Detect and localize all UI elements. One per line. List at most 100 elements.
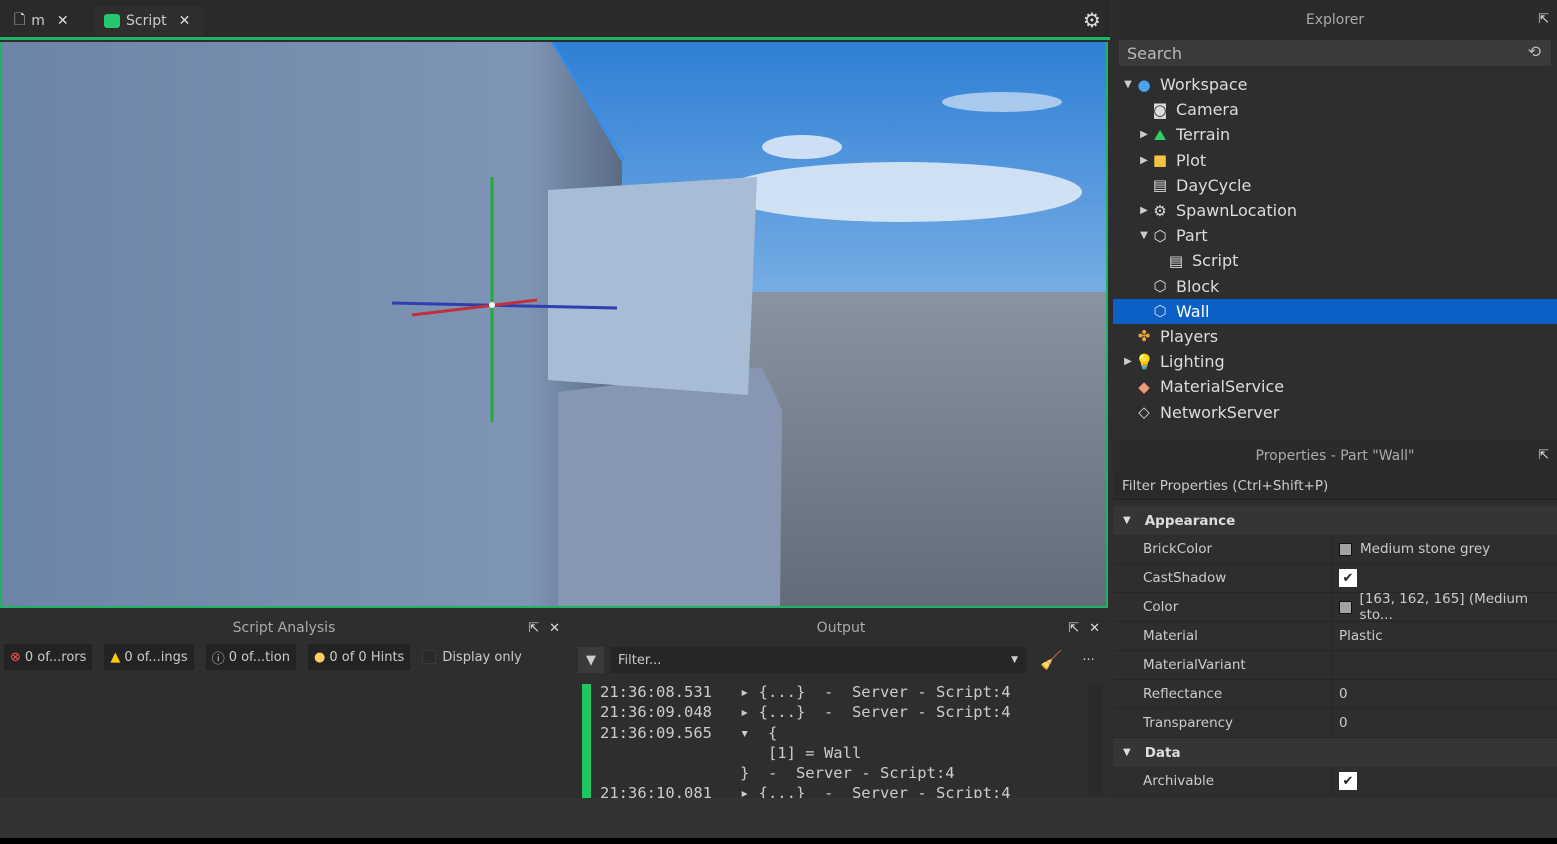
- chip-label: 0 of...ings: [124, 649, 188, 665]
- chevron-right-icon[interactable]: ▶: [1137, 129, 1151, 140]
- 3d-viewport[interactable]: [0, 42, 1108, 608]
- filter-icon[interactable]: ▼: [578, 647, 604, 673]
- error-icon: ⊗: [10, 649, 21, 665]
- properties-title: Properties - Part "Wall": [1255, 448, 1415, 464]
- explorer-item-workspace[interactable]: ▼ ● Workspace: [1113, 72, 1557, 97]
- checkbox[interactable]: ✔: [1339, 569, 1357, 587]
- explorer-item-camera[interactable]: ◙ Camera: [1113, 97, 1557, 122]
- item-label: NetworkServer: [1160, 402, 1280, 422]
- explorer-item-replicatedfirst[interactable]: ▶■ReplicatedFirst: [1113, 425, 1557, 426]
- undock-icon[interactable]: ⇱: [1538, 12, 1549, 27]
- property-value[interactable]: [163, 162, 165] (Medium sto...: [1360, 591, 1557, 623]
- explorer-item-materialservice[interactable]: ◆ MaterialService: [1113, 374, 1557, 399]
- close-icon[interactable]: ✕: [57, 13, 69, 29]
- tab-m[interactable]: 🗋 m ✕: [4, 6, 79, 36]
- warnings-filter[interactable]: ▲ 0 of...ings: [104, 644, 194, 670]
- item-label: DayCycle: [1176, 175, 1252, 195]
- explorer-item-terrain[interactable]: ▶ ⛰ Terrain: [1113, 122, 1557, 147]
- explorer-item-plot[interactable]: ▶ ■ Plot: [1113, 148, 1557, 173]
- gear-icon: ⚙: [1153, 201, 1167, 220]
- close-icon[interactable]: ✕: [179, 13, 191, 29]
- info-icon: ⓘ: [211, 651, 225, 667]
- output-scrollbar[interactable]: [1088, 684, 1102, 796]
- close-icon[interactable]: ✕: [1089, 621, 1100, 636]
- hints-filter[interactable]: ● 0 of 0 Hints: [308, 644, 411, 670]
- property-materialvariant[interactable]: MaterialVariant: [1113, 651, 1557, 680]
- chip-label: 0 of 0 Hints: [329, 649, 405, 665]
- color-swatch[interactable]: [1339, 542, 1352, 556]
- explorer-item-block[interactable]: ⬡ Block: [1113, 274, 1557, 299]
- property-material[interactable]: Material Plastic: [1113, 622, 1557, 651]
- property-reflectance[interactable]: Reflectance 0: [1113, 680, 1557, 709]
- explorer-header: Explorer ⇱: [1113, 0, 1557, 40]
- property-name: Reflectance: [1143, 686, 1223, 702]
- log-line[interactable]: [1] = Wall: [600, 743, 1011, 763]
- checkbox[interactable]: ✔: [1339, 772, 1357, 790]
- tab-script[interactable]: Script ✕: [94, 6, 204, 36]
- explorer-search-input[interactable]: Search ⟲: [1119, 40, 1551, 66]
- lightbulb-icon: 💡: [1135, 352, 1154, 371]
- explorer-tree: ▼ ● Workspace ◙ Camera ▶ ⛰ Terrain ▶ ■ Plot ▤ DayCyc…: [1113, 66, 1557, 426]
- undock-icon[interactable]: ⇱: [528, 621, 539, 636]
- item-label: Camera: [1176, 100, 1239, 120]
- category-data[interactable]: ▼ Data: [1113, 738, 1557, 767]
- chevron-down-icon[interactable]: ▼: [1123, 747, 1131, 758]
- filter-properties-input[interactable]: Filter Properties (Ctrl+Shift+P): [1113, 472, 1557, 500]
- clear-output-icon[interactable]: 🧹: [1040, 650, 1062, 671]
- category-label: Appearance: [1144, 512, 1236, 529]
- camera-icon: ◙: [1152, 100, 1168, 119]
- properties-grid: ▼ Appearance BrickColor Medium stone grey Ca…: [1113, 506, 1557, 796]
- property-value[interactable]: Medium stone grey: [1360, 541, 1490, 557]
- filter-placeholder: Filter...: [618, 652, 662, 668]
- info-filter[interactable]: ⓘ 0 of...tion: [205, 644, 296, 670]
- log-line[interactable]: 21:36:08.531 ▸ {...} - Server - Script:4: [600, 682, 1011, 702]
- filter-placeholder: Filter Properties (Ctrl+Shift+P): [1122, 477, 1329, 494]
- gear-icon[interactable]: ⚙: [1083, 8, 1101, 32]
- chevron-right-icon[interactable]: ▶: [1121, 356, 1135, 367]
- property-castshadow[interactable]: CastShadow ✔: [1113, 564, 1557, 593]
- panel-title: Script Analysis: [232, 620, 336, 636]
- explorer-item-daycycle[interactable]: ▤ DayCycle: [1113, 173, 1557, 198]
- property-brickcolor[interactable]: BrickColor Medium stone grey: [1113, 535, 1557, 564]
- property-value[interactable]: 0: [1339, 715, 1348, 731]
- log-line[interactable]: 21:36:09.565 ▾ {: [600, 723, 1011, 743]
- property-archivable[interactable]: Archivable ✔: [1113, 767, 1557, 796]
- chevron-right-icon[interactable]: ▶: [1137, 155, 1151, 166]
- explorer-item-part[interactable]: ▼ ⬡ Part: [1113, 223, 1557, 248]
- explorer-item-networkserver[interactable]: ◇ NetworkServer: [1113, 399, 1557, 424]
- chevron-down-icon[interactable]: ▼: [1123, 515, 1131, 526]
- log-line[interactable]: 21:36:09.048 ▸ {...} - Server - Script:4: [600, 702, 1011, 722]
- chevron-down-icon[interactable]: ▼: [1137, 230, 1151, 241]
- history-icon[interactable]: ⟲: [1528, 42, 1541, 61]
- property-transparency[interactable]: Transparency 0: [1113, 709, 1557, 738]
- more-icon[interactable]: ···: [1082, 653, 1094, 668]
- globe-icon: ●: [1137, 75, 1151, 94]
- property-value[interactable]: Plastic: [1339, 628, 1383, 644]
- item-label: SpawnLocation: [1176, 201, 1298, 221]
- color-swatch[interactable]: [1339, 600, 1352, 614]
- chevron-down-icon[interactable]: ▼: [1121, 79, 1135, 90]
- property-color[interactable]: Color [163, 162, 165] (Medium sto...: [1113, 591, 1557, 623]
- log-line[interactable]: } - Server - Script:4: [600, 763, 1011, 783]
- output-filter-input[interactable]: Filter... ▼: [610, 647, 1026, 673]
- log-line[interactable]: 21:36:10.081 ▸ {...} - Server - Script:4: [600, 783, 1011, 798]
- explorer-item-players[interactable]: ✤ Players: [1113, 324, 1557, 349]
- explorer-item-spawnlocation[interactable]: ▶ ⚙ SpawnLocation: [1113, 198, 1557, 223]
- item-label: Block: [1176, 276, 1220, 296]
- explorer-item-script[interactable]: ▤ Script: [1113, 248, 1557, 273]
- close-icon[interactable]: ✕: [549, 621, 560, 636]
- item-label: Wall: [1176, 301, 1210, 321]
- explorer-item-lighting[interactable]: ▶ 💡 Lighting: [1113, 349, 1557, 374]
- property-value[interactable]: 0: [1339, 686, 1348, 702]
- undock-icon[interactable]: ⇱: [1538, 448, 1549, 463]
- undock-icon[interactable]: ⇱: [1068, 621, 1079, 636]
- display-only-checkbox[interactable]: Display only: [422, 650, 522, 665]
- tab-label: m: [31, 13, 45, 29]
- errors-filter[interactable]: ⊗ 0 of...rors: [4, 644, 93, 670]
- category-appearance[interactable]: ▼ Appearance: [1113, 506, 1557, 535]
- explorer-item-wall[interactable]: ⬡ Wall: [1113, 298, 1557, 324]
- dropdown-icon[interactable]: ▼: [1011, 655, 1018, 665]
- chevron-right-icon[interactable]: ▶: [1137, 205, 1151, 216]
- diamond-icon: ◇: [1138, 403, 1150, 422]
- script-icon: ▤: [1152, 176, 1168, 195]
